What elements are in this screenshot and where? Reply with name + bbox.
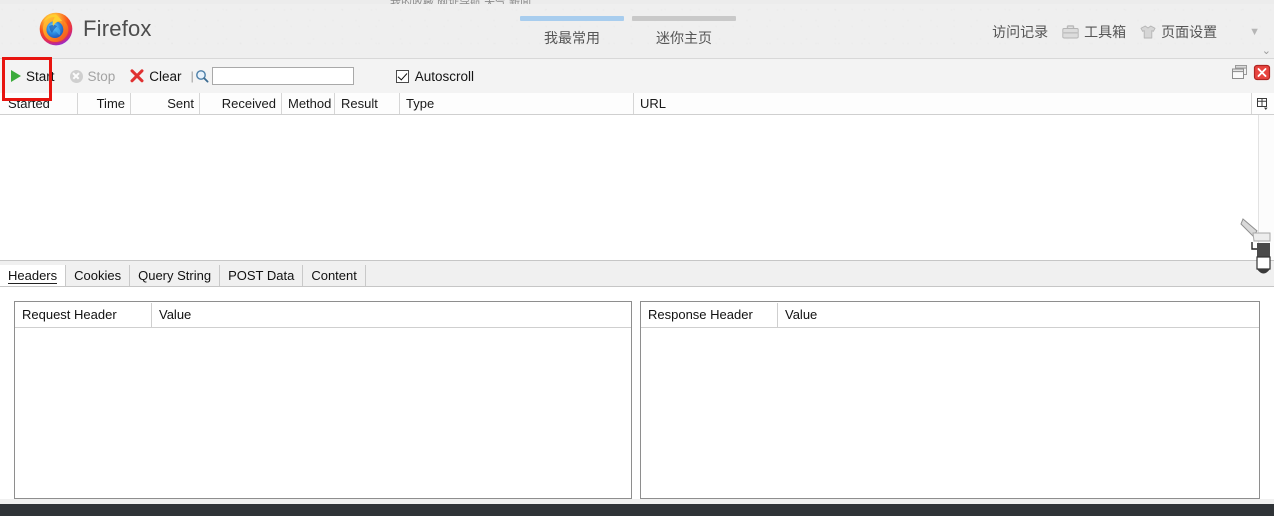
tab-cookies[interactable]: Cookies [66, 265, 131, 286]
search-icon[interactable] [195, 69, 209, 83]
page-nav-tabs: 我最常用 迷你主页 [520, 16, 736, 48]
start-button[interactable]: Start [6, 67, 61, 86]
response-header-name-column[interactable]: Response Header [641, 302, 778, 327]
column-header-received[interactable]: Received [200, 93, 282, 114]
page-nav-right: 访问记录 工具箱 页面设置 ▼ [992, 22, 1260, 42]
stop-disabled-icon [69, 69, 83, 83]
tab-indicator-bar [632, 16, 736, 21]
nav-item-visit-history[interactable]: 访问记录 [992, 22, 1048, 42]
firefox-logo [38, 11, 74, 47]
column-header-started[interactable]: Started [2, 93, 78, 114]
request-grid-header: Started Time Sent Received Method Result… [0, 93, 1274, 115]
httpwatch-toolbar: Start Stop Clear | Autoscroll [0, 59, 1274, 94]
response-header-value-column[interactable]: Value [778, 303, 1259, 327]
red-x-icon [130, 69, 144, 83]
nav-item-toolbox[interactable]: 工具箱 [1062, 22, 1126, 42]
column-chooser-icon[interactable] [1251, 93, 1274, 114]
tab-query-string-label: Query String [138, 268, 212, 283]
request-header-name-column[interactable]: Request Header [15, 302, 152, 327]
shirt-icon [1140, 25, 1156, 39]
tab-cookies-label: Cookies [74, 268, 122, 283]
restore-window-icon[interactable] [1231, 64, 1251, 81]
clear-button[interactable]: Clear [125, 67, 187, 86]
chevron-down-icon[interactable]: ▼ [1249, 26, 1260, 38]
clear-button-label: Clear [149, 68, 182, 84]
tab-headers[interactable]: Headers [0, 265, 67, 286]
response-header-pane[interactable]: Response Header Value [640, 301, 1260, 499]
page-tab-label: 迷你主页 [656, 30, 712, 46]
toolbar-separator: | [190, 69, 194, 83]
tab-content-label: Content [311, 268, 357, 283]
response-header-pane-head: Response Header Value [641, 302, 1259, 328]
nav-item-label: 访问记录 [992, 24, 1049, 40]
autoscroll-checkbox[interactable]: Autoscroll [395, 68, 474, 84]
autoscroll-label: Autoscroll [414, 68, 474, 84]
column-header-type[interactable]: Type [400, 93, 634, 114]
browser-page-header: Firefox 我最常用 迷你主页 访问记录 工具箱 页面设置 ▼ ⌄ [0, 4, 1274, 59]
page-tab-most-used[interactable]: 我最常用 [520, 16, 624, 48]
tab-post-data-label: POST Data [228, 268, 295, 283]
tab-query-string[interactable]: Query String [130, 265, 221, 286]
stop-button: Stop [65, 67, 122, 86]
column-header-time[interactable]: Time [78, 93, 131, 114]
request-grid-body[interactable] [0, 115, 1274, 261]
close-window-icon[interactable] [1253, 64, 1271, 81]
column-header-sent[interactable]: Sent [131, 93, 200, 114]
window-buttons [1231, 64, 1271, 81]
tab-headers-label: Headers [8, 268, 58, 284]
column-header-result[interactable]: Result [335, 93, 400, 114]
search-input[interactable] [211, 67, 354, 85]
firefox-wordmark: Firefox [83, 16, 152, 41]
column-header-method[interactable]: Method [282, 93, 335, 114]
httpwatch-window: 我的收藏 网址导航 天气 新闻 [0, 0, 1274, 516]
grid-vertical-scrollbar[interactable] [1258, 115, 1274, 260]
request-header-value-column[interactable]: Value [152, 303, 631, 327]
desktop-taskbar [0, 504, 1274, 516]
header-scroll-chevron-icon[interactable]: ⌄ [1262, 46, 1271, 57]
briefcase-icon [1062, 25, 1079, 39]
request-header-pane-head: Request Header Value [15, 302, 631, 328]
nav-item-label: 页面设置 [1161, 24, 1218, 40]
column-header-url[interactable]: URL [634, 93, 1248, 114]
nav-item-page-settings[interactable]: 页面设置 [1140, 22, 1217, 42]
start-button-label: Start [26, 68, 55, 84]
page-tab-mini-home[interactable]: 迷你主页 [632, 16, 736, 48]
firefox-brand: Firefox [38, 11, 152, 47]
nav-item-label: 工具箱 [1084, 24, 1127, 40]
play-icon [11, 70, 21, 82]
tab-content[interactable]: Content [303, 265, 366, 286]
checkbox-icon [395, 69, 409, 83]
request-header-pane[interactable]: Request Header Value [14, 301, 632, 499]
detail-area: Request Header Value Response Header Val… [0, 287, 1274, 499]
tab-post-data[interactable]: POST Data [220, 265, 304, 286]
stop-button-label: Stop [87, 68, 116, 84]
page-tab-label: 我最常用 [544, 30, 600, 46]
detail-tab-bar: Headers Cookies Query String POST Data C… [0, 265, 1274, 287]
tab-indicator-bar [520, 16, 624, 21]
